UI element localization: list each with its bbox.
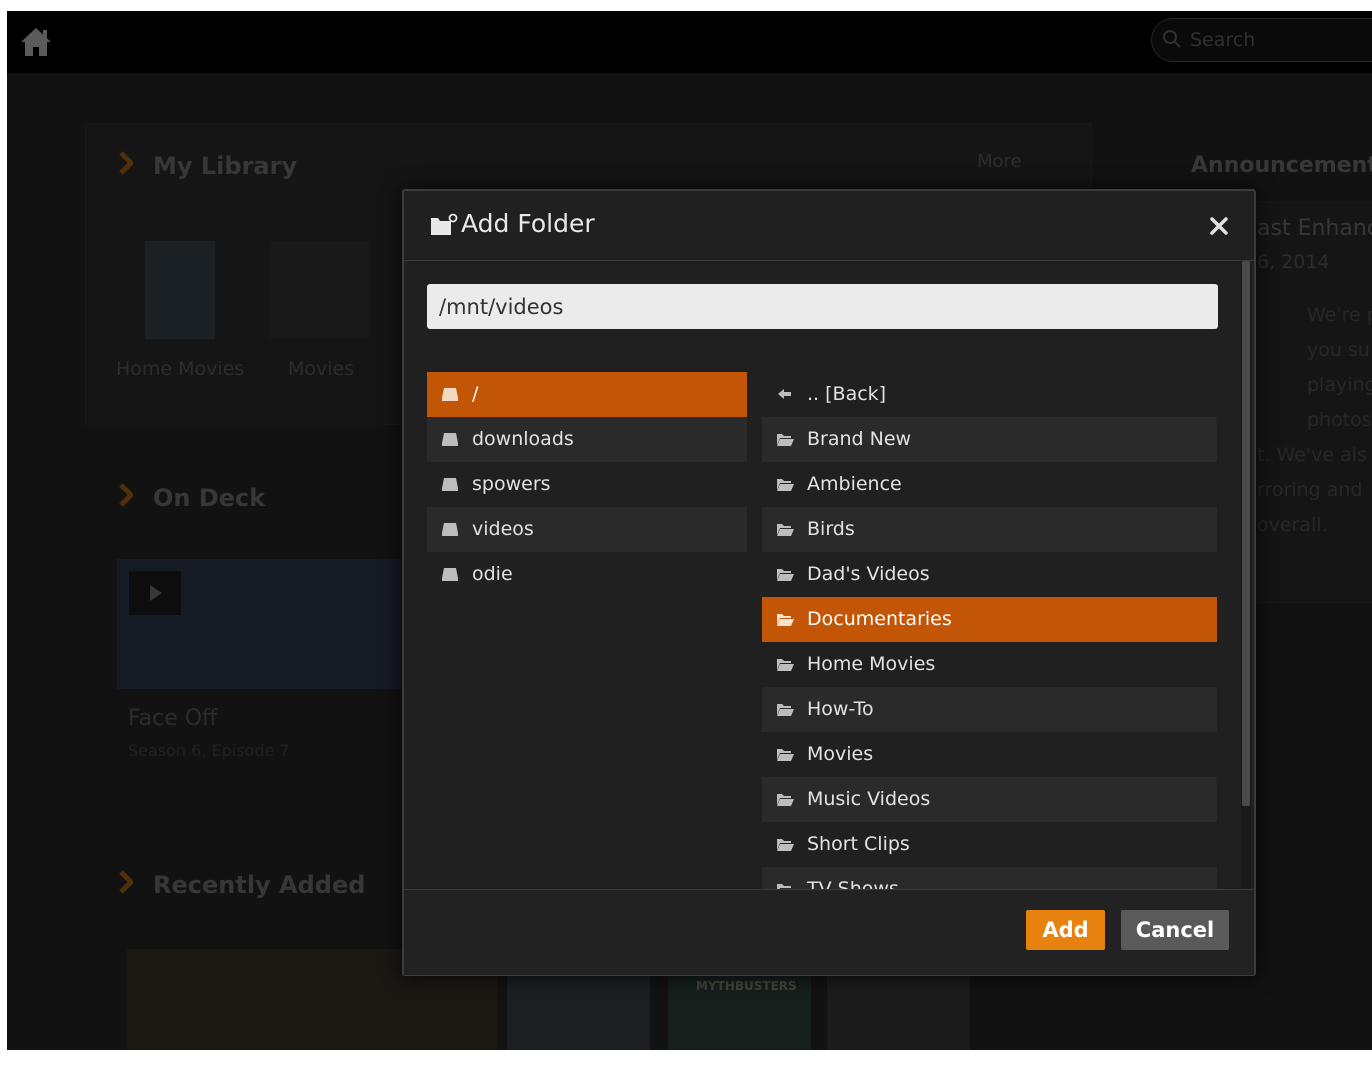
drive-label: / [472, 383, 479, 405]
app-frame: Search My Library More Home Movies Movie… [7, 11, 1372, 1050]
drive-list: / downloads spowers videos odie [427, 372, 747, 597]
folder-open-icon [777, 434, 794, 446]
dialog-title: Add Folder [461, 209, 595, 238]
cancel-button[interactable]: Cancel [1121, 910, 1229, 950]
add-folder-dialog: Add Folder / downloads spowers [402, 189, 1256, 976]
folder-label: Short Clips [807, 833, 910, 855]
folder-item[interactable]: Dad's Videos [762, 552, 1217, 597]
dialog-scrollbar[interactable] [1241, 261, 1251, 889]
folder-list: .. [Back] Brand New Ambience Birds Dad's… [762, 372, 1217, 889]
back-item[interactable]: .. [Back] [762, 372, 1217, 417]
drive-label: odie [472, 563, 513, 585]
dialog-body: / downloads spowers videos odie [404, 261, 1240, 889]
folder-label: Movies [807, 743, 874, 765]
dialog-footer: Add Cancel [404, 889, 1254, 975]
folder-open-icon [777, 569, 794, 581]
drive-item[interactable]: / [427, 372, 747, 417]
drive-item[interactable]: odie [427, 552, 747, 597]
back-arrow-icon [778, 389, 791, 399]
folder-label: How-To [807, 698, 874, 720]
folder-item[interactable]: Birds [762, 507, 1217, 552]
folder-item[interactable]: Ambience [762, 462, 1217, 507]
folder-open-icon [777, 839, 794, 851]
drive-label: spowers [472, 473, 551, 495]
folder-item[interactable]: Music Videos [762, 777, 1217, 822]
folder-open-icon [777, 659, 794, 671]
folder-label: TV Shows [807, 878, 899, 889]
folder-open-icon [777, 884, 791, 889]
folder-item[interactable]: Movies [762, 732, 1217, 777]
folder-open-icon [777, 749, 794, 761]
close-icon[interactable] [1208, 215, 1230, 237]
folder-label: Music Videos [807, 788, 931, 810]
drive-icon [442, 523, 458, 536]
folder-open-icon [777, 704, 794, 716]
scrollbar-thumb[interactable] [1242, 261, 1250, 806]
folder-item[interactable]: Documentaries [762, 597, 1217, 642]
drive-item[interactable]: spowers [427, 462, 747, 507]
folder-label: Birds [807, 518, 855, 540]
drive-icon [442, 568, 458, 581]
drive-label: videos [472, 518, 534, 540]
folder-label: Ambience [807, 473, 902, 495]
folder-open-icon [777, 479, 794, 491]
drive-item[interactable]: videos [427, 507, 747, 552]
folder-item[interactable]: How-To [762, 687, 1217, 732]
folder-open-icon [777, 524, 794, 536]
add-button[interactable]: Add [1026, 910, 1105, 950]
folder-item[interactable]: Brand New [762, 417, 1217, 462]
folder-add-icon [431, 213, 458, 235]
folder-open-icon [777, 614, 794, 626]
drive-icon [442, 433, 458, 446]
dialog-header: Add Folder [404, 191, 1254, 261]
folder-label: Dad's Videos [807, 563, 930, 585]
folder-item[interactable]: TV Shows [762, 867, 1217, 889]
drive-item[interactable]: downloads [427, 417, 747, 462]
back-label: .. [Back] [807, 383, 887, 405]
folder-open-icon [777, 794, 794, 806]
drive-icon [442, 388, 458, 401]
drive-label: downloads [472, 428, 574, 450]
folder-label: Home Movies [807, 653, 936, 675]
folder-label: Documentaries [807, 608, 952, 630]
drive-icon [442, 478, 458, 491]
folder-item[interactable]: Home Movies [762, 642, 1217, 687]
folder-label: Brand New [807, 428, 912, 450]
folder-item[interactable]: Short Clips [762, 822, 1217, 867]
folder-path-input[interactable] [427, 284, 1218, 329]
